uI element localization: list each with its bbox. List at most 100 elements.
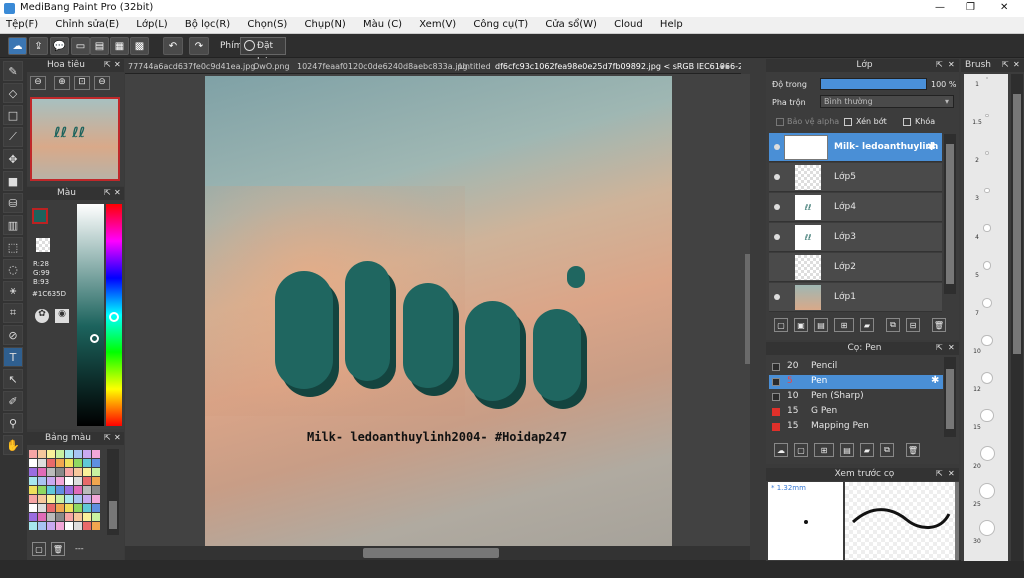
palette-swatch[interactable]	[47, 486, 55, 494]
brush-size-dot[interactable]	[979, 520, 995, 536]
redo-icon[interactable]: ↷	[189, 37, 209, 55]
palette-swatch[interactable]	[56, 513, 64, 521]
folder-icon[interactable]: ▰	[860, 318, 874, 332]
zoom-in-icon[interactable]: ⊕	[54, 76, 70, 90]
layer-scrollbar[interactable]	[944, 134, 956, 294]
palette-swatch[interactable]	[92, 477, 100, 485]
brush-scroll-thumb[interactable]	[946, 369, 954, 429]
new-halftone-layer-icon[interactable]: ▣	[794, 318, 808, 332]
delete-palette-icon[interactable]: 🗑	[51, 542, 65, 556]
palette-swatch[interactable]	[92, 522, 100, 530]
close-panel-icon[interactable]: ✕	[114, 433, 121, 442]
add-brush-menu-icon[interactable]: ⊞	[814, 443, 834, 457]
palette-swatch[interactable]	[29, 513, 37, 521]
panel-icon[interactable]: ▦	[110, 37, 129, 55]
palette-swatch[interactable]	[65, 504, 73, 512]
new-8bit-layer-icon[interactable]: ▤	[814, 318, 828, 332]
palette-swatch[interactable]	[29, 459, 37, 467]
menu-view[interactable]: Xem(V)	[419, 19, 456, 30]
image-icon[interactable]: ▭	[71, 37, 90, 55]
brush-folder-icon[interactable]: ▰	[860, 443, 874, 457]
menu-filter[interactable]: Bộ lọc(R)	[185, 19, 230, 30]
close-panel-icon[interactable]: ✕	[1013, 60, 1020, 69]
palette-swatch[interactable]	[38, 522, 46, 530]
menu-file[interactable]: Tệp(F)	[6, 19, 38, 30]
eye-icon[interactable]	[774, 234, 780, 240]
palette-swatch[interactable]	[47, 450, 55, 458]
operation-tool-icon[interactable]: ↖	[3, 369, 23, 389]
cloud-icon[interactable]: ☁	[8, 37, 27, 55]
palette-swatch[interactable]	[38, 450, 46, 458]
palette-swatch[interactable]	[65, 513, 73, 521]
brush-size-dot[interactable]	[983, 224, 991, 232]
palette-swatch[interactable]	[47, 477, 55, 485]
palette-swatch[interactable]	[56, 495, 64, 503]
palette-swatch[interactable]	[92, 468, 100, 476]
line-tool-icon[interactable]: ⟋	[3, 127, 23, 147]
blend-select[interactable]: Bình thường ▾	[820, 95, 954, 108]
artwork-canvas[interactable]: Milk- ledoanthuylinh2004- #Hoidap247	[205, 76, 672, 546]
palette-swatch[interactable]	[92, 495, 100, 503]
brush-settings-icon[interactable]: ▤	[840, 443, 854, 457]
layer-row-4[interactable]: ℓℓ Lớp4	[769, 193, 942, 222]
tab-scroll-arrows[interactable]: ◂ ▸	[719, 62, 730, 71]
palette-swatch[interactable]	[29, 495, 37, 503]
palette-swatch[interactable]	[65, 486, 73, 494]
brush-size-dot[interactable]	[985, 113, 989, 118]
tab-3[interactable]: 10247feaaf0120c0de6240d8aebc833a.jpg	[297, 62, 468, 71]
brush-size-dot[interactable]	[980, 408, 994, 423]
minimize-button[interactable]: —	[935, 2, 945, 13]
palette-swatch[interactable]	[65, 477, 73, 485]
palette-swatch[interactable]	[47, 468, 55, 476]
hand-tool-icon[interactable]: ✋	[3, 435, 23, 455]
palette-swatch[interactable]	[38, 459, 46, 467]
palette-swatch[interactable]	[65, 522, 73, 530]
eye-icon[interactable]	[774, 144, 780, 150]
comment-icon[interactable]: 💬	[50, 37, 69, 55]
palette-swatch[interactable]	[38, 513, 46, 521]
palette-swatch[interactable]	[92, 459, 100, 467]
palette-swatch[interactable]	[83, 486, 91, 494]
palette-swatch[interactable]	[29, 486, 37, 494]
brush-size-scroll-thumb[interactable]	[1013, 94, 1021, 354]
close-panel-icon[interactable]: ✕	[948, 469, 955, 478]
menu-window[interactable]: Cửa sổ(W)	[545, 19, 597, 30]
palette-swatch[interactable]	[65, 495, 73, 503]
add-palette-icon[interactable]: ▢	[32, 542, 46, 556]
zoom-out-icon[interactable]: ⊖	[30, 76, 46, 90]
palette-swatch[interactable]	[47, 504, 55, 512]
select-pen-icon[interactable]: ⌗	[3, 303, 23, 323]
palette-swatch[interactable]	[56, 477, 64, 485]
palette-swatch[interactable]	[47, 513, 55, 521]
select-eraser-icon[interactable]: ⊘	[3, 325, 23, 345]
zoom-reset-icon[interactable]: ⊖	[94, 76, 110, 90]
palette-swatch[interactable]	[83, 504, 91, 512]
preview-scrollbar[interactable]	[955, 482, 959, 560]
palette-swatch[interactable]	[74, 459, 82, 467]
brush-row-pen-sharp[interactable]: 10 Pen (Sharp)	[769, 390, 943, 404]
add-layer-menu-icon[interactable]: ⊞	[834, 318, 854, 332]
layer-row-2[interactable]: Lớp2	[769, 253, 942, 282]
saturation-picker[interactable]	[77, 204, 104, 426]
expand-icon[interactable]: ⇱	[936, 60, 943, 69]
palette-swatch[interactable]	[56, 504, 64, 512]
eyedropper-icon[interactable]: ⚲	[3, 413, 23, 433]
expand-icon[interactable]: ⇱	[1002, 60, 1009, 69]
lasso-icon[interactable]: ◌	[3, 259, 23, 279]
new-layer-icon[interactable]: ▢	[774, 318, 788, 332]
close-panel-icon[interactable]: ✕	[948, 343, 955, 352]
brush-size-dot[interactable]	[986, 77, 988, 79]
hue-handle[interactable]	[109, 312, 119, 322]
palette-scrollbar[interactable]	[107, 449, 119, 535]
menu-select[interactable]: Chọn(S)	[247, 19, 287, 30]
brush-size-dot[interactable]	[979, 482, 995, 499]
reset-button[interactable]: Đặt lại	[240, 37, 286, 67]
menu-help[interactable]: Help	[660, 19, 683, 30]
cloud-brush-icon[interactable]: ☁	[774, 443, 788, 457]
palette-swatch[interactable]	[56, 468, 64, 476]
palette-swatch[interactable]	[83, 495, 91, 503]
brush-tool-icon[interactable]: ✎	[3, 61, 23, 81]
tab-1[interactable]: 77744a6acd637fe0c9d41ea.jpg	[128, 62, 255, 71]
eraser-tool-icon[interactable]: ◇	[3, 83, 23, 103]
palette-swatch[interactable]	[29, 477, 37, 485]
